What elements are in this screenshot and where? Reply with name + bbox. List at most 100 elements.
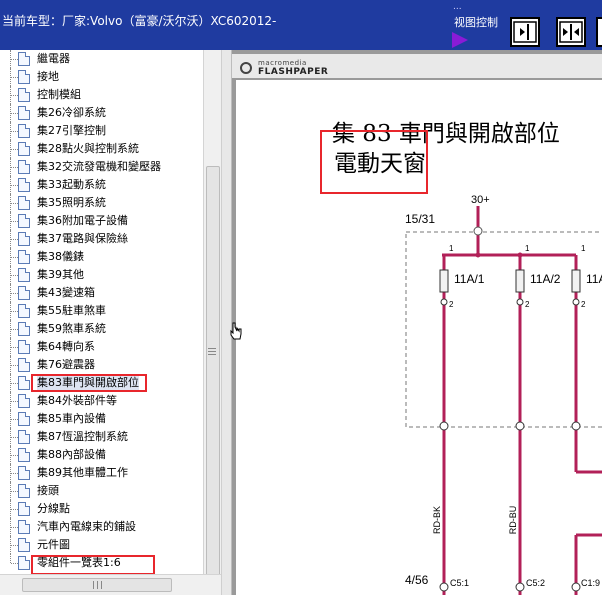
label-4-56: 4/56 (405, 573, 429, 587)
tree-item[interactable]: 集36附加電子設備 (0, 212, 203, 230)
tree-item-label: 集32交流發電機和變壓器 (37, 160, 161, 173)
tree-item[interactable]: 集43變速箱 (0, 284, 203, 302)
fuse-label-2: 11A/2 (530, 272, 561, 286)
document-icon (18, 412, 30, 426)
connector-c5-2-pin (515, 582, 525, 592)
tree-item[interactable]: 集35照明系統 (0, 194, 203, 212)
tree-item-label: 集43變速箱 (37, 286, 95, 299)
tree-item-label: 集33起動系統 (37, 178, 106, 191)
document-icon (18, 106, 30, 120)
connector-point-2 (515, 421, 525, 431)
tree-connector-line (11, 257, 18, 258)
tree-item-label: 分線點 (37, 502, 70, 515)
tree-connector-line (11, 455, 18, 456)
tree-item-label: 接頭 (37, 484, 59, 497)
tree-item[interactable]: 集55駐車煞車 (0, 302, 203, 320)
document-icon (18, 394, 30, 408)
tree-item[interactable]: 分線點 (0, 500, 203, 518)
next-button[interactable] (596, 17, 602, 47)
fit-page-button[interactable] (556, 17, 586, 47)
tree-connector-line (11, 563, 18, 564)
hand-cursor-icon (230, 322, 242, 340)
tree-item[interactable]: 接頭 (0, 482, 203, 500)
tree-item[interactable]: 集87恆溫控制系統 (0, 428, 203, 446)
tree-item[interactable]: 控制模組 (0, 86, 203, 104)
tree-item[interactable]: 零組件一覽表1:6 (0, 554, 203, 575)
fuse-box-outline (405, 231, 602, 428)
tree-item[interactable]: 接地 (0, 68, 203, 86)
tree-item[interactable]: 元件圖 (0, 536, 203, 554)
tree-item-label: 接地 (37, 70, 59, 83)
tree-horizontal-scrollbar[interactable] (0, 574, 221, 595)
wire-label-rd-bu: RD-BU (508, 506, 518, 535)
tree-connector-line (11, 293, 18, 294)
tree-connector-line (10, 554, 11, 563)
tree-item[interactable]: 汽車內電線束的鋪設 (0, 518, 203, 536)
tree-item[interactable]: 集39其他 (0, 266, 203, 284)
tree-item[interactable]: 集83車門與開啟部位 (0, 374, 203, 392)
fuse-3 (571, 269, 581, 293)
tree-item-label: 集26冷卻系統 (37, 106, 106, 119)
tree-connector-line (11, 95, 18, 96)
tree-connector-line (11, 167, 18, 168)
tree-item[interactable]: 集59煞車系統 (0, 320, 203, 338)
tree-item[interactable]: 集26冷卻系統 (0, 104, 203, 122)
top-underline: ... (453, 2, 462, 12)
play-arrow-icon[interactable] (452, 32, 468, 48)
tree-connector-line (11, 59, 18, 60)
tree-item[interactable]: 集37電路與保險絲 (0, 230, 203, 248)
tree-item-label: 集84外裝部件等 (37, 394, 117, 407)
connector-c1-9-pin (571, 582, 581, 592)
tree-item[interactable]: 集27引擎控制 (0, 122, 203, 140)
tree-item-label: 集64轉向系 (37, 340, 95, 353)
pin-label-2b: 2 (525, 300, 530, 309)
tree-item-label: 集28點火與控制系統 (37, 142, 139, 155)
tree-item-label: 集89其他車體工作 (37, 466, 128, 479)
fuse-3-pin (572, 298, 580, 306)
tree-item[interactable]: 集64轉向系 (0, 338, 203, 356)
tree-item-label: 集35照明系統 (37, 196, 106, 209)
tree-item[interactable]: 集84外裝部件等 (0, 392, 203, 410)
bus-junction-1 (475, 252, 481, 258)
tree-connector-line (11, 383, 18, 384)
document-icon (18, 250, 30, 264)
tree-item-label: 繼電器 (37, 52, 70, 65)
tree-item[interactable]: 集76避震器 (0, 356, 203, 374)
tree-item[interactable]: 集38儀錶 (0, 248, 203, 266)
tree-item[interactable]: 集89其他車體工作 (0, 464, 203, 482)
fit-width-button[interactable] (510, 17, 540, 47)
fuse-1 (439, 269, 449, 293)
tree-item-label: 集85車內設備 (37, 412, 106, 425)
document-icon (18, 466, 30, 480)
vertical-scroll-thumb[interactable] (206, 166, 220, 592)
tree-item[interactable]: 繼電器 (0, 50, 203, 68)
document-icon (18, 160, 30, 174)
pin-label-1a: 1 (449, 244, 454, 253)
tree-item[interactable]: 集85車內設備 (0, 410, 203, 428)
flashpaper-logo-small: macromedia (258, 59, 307, 67)
tree-item-label: 集38儀錶 (37, 250, 84, 263)
document-icon (18, 142, 30, 156)
current-model-title: 当前车型：厂家:Volvo（富豪/沃尔沃）XC602012- (2, 14, 277, 28)
tree-item[interactable]: 集33起動系統 (0, 176, 203, 194)
tree-item-label: 集88內部設備 (37, 448, 106, 461)
tree-connector-line (11, 149, 18, 150)
tree-connector-line (11, 239, 18, 240)
tree-item-label: 汽車內電線束的鋪設 (37, 520, 136, 533)
connector-label-c1-9: C1:9 (581, 578, 600, 588)
tree-item-label: 控制模組 (37, 88, 81, 101)
document-icon (18, 88, 30, 102)
document-page[interactable]: 集 83 車門與開啟部位 電動天窗 30+ 15/31 1 1 1 11A/1 … (236, 80, 602, 595)
tree-item[interactable]: 集32交流發電機和變壓器 (0, 158, 203, 176)
tree-item[interactable]: 集88內部設備 (0, 446, 203, 464)
tree-connector-line (11, 347, 18, 348)
tree-item-label: 集55駐車煞車 (37, 304, 106, 317)
tree-item[interactable]: 集28點火與控制系統 (0, 140, 203, 158)
document-icon (18, 448, 30, 462)
tree-connector-line (11, 365, 18, 366)
tree-item-label: 集36附加電子設備 (37, 214, 128, 227)
connector-point-3 (571, 421, 581, 431)
tree-connector-line (11, 509, 18, 510)
tree-vertical-scrollbar[interactable] (203, 50, 221, 592)
tree-connector-line (11, 221, 18, 222)
